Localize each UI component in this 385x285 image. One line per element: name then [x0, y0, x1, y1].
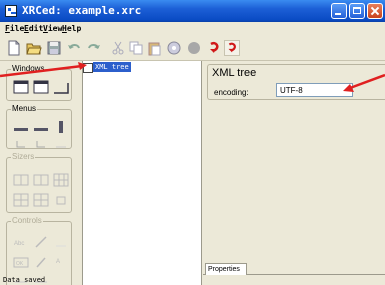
annotation-arrow-right [343, 73, 385, 92]
app-window: XRCed: example.xrc File Edit View Help W… [0, 0, 385, 285]
annotation-arrows [0, 62, 385, 92]
annotation-arrow-left [0, 62, 87, 78]
